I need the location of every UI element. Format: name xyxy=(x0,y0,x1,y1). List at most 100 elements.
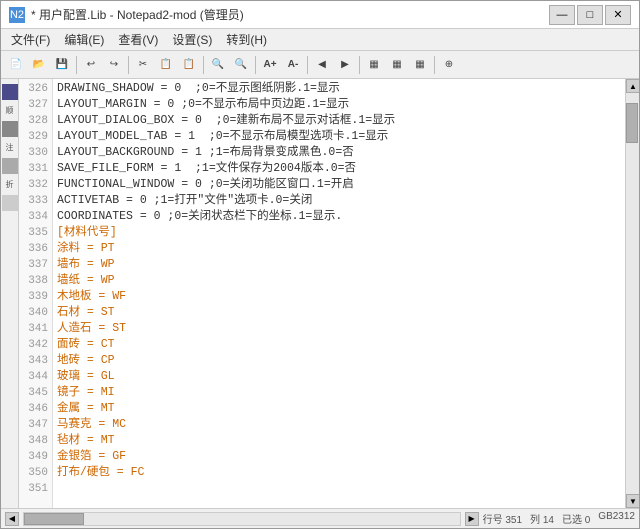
toolbar-open[interactable]: 📂 xyxy=(28,54,50,76)
code-text: 镜子 = MI xyxy=(57,385,115,401)
scroll-up-button[interactable]: ▲ xyxy=(626,79,639,93)
close-button[interactable]: ✕ xyxy=(605,5,631,25)
toolbar-next[interactable]: ▶ xyxy=(334,54,356,76)
toolbar-redo[interactable]: ↪ xyxy=(103,54,125,76)
toolbar-zoom[interactable]: ⊕ xyxy=(438,54,460,76)
code-text: DRAWING_SHADOW = 0 ;0=不显示图纸阴影.1=显示 xyxy=(57,81,340,97)
line-number: 332 xyxy=(19,177,48,193)
toolbar-prev[interactable]: ◀ xyxy=(311,54,333,76)
line-number: 330 xyxy=(19,145,48,161)
code-text: 玻璃 = GL xyxy=(57,369,115,385)
sidebar-block-3 xyxy=(2,158,18,174)
menu-view[interactable]: 查看(V) xyxy=(112,29,164,50)
toolbar-font-dec[interactable]: A- xyxy=(282,54,304,76)
code-text: 石材 = ST xyxy=(57,305,115,321)
code-line: 金银箔 = GF xyxy=(57,449,621,465)
toolbar-replace[interactable]: 🔍 xyxy=(230,54,252,76)
code-text: LAYOUT_MODEL_TAB = 1 ;0=不显示布局模型选项卡.1=显示 xyxy=(57,129,388,145)
sidebar-label-2: 注 xyxy=(1,140,18,155)
status-encoding: GB2312 xyxy=(598,511,635,526)
toolbar-sep-3 xyxy=(203,56,204,74)
sidebar-label-3: 折 xyxy=(1,177,18,192)
code-text: LAYOUT_BACKGROUND = 1 ;1=布局背景变成黑色.0=否 xyxy=(57,145,354,161)
toolbar-font-inc[interactable]: A+ xyxy=(259,54,281,76)
line-number: 347 xyxy=(19,417,48,433)
toolbar-paste[interactable]: 📋 xyxy=(178,54,200,76)
code-text: ACTIVETAB = 0 ;1=打开"文件"选项卡.0=关闭 xyxy=(57,193,312,209)
toolbar-copy[interactable]: 📋 xyxy=(155,54,177,76)
left-sidebar: 顺 注 折 xyxy=(1,79,19,508)
menu-edit[interactable]: 编辑(E) xyxy=(58,29,110,50)
window-title: * 用户配置.Lib - Notepad2-mod (管理员) xyxy=(31,6,543,23)
menu-settings[interactable]: 设置(S) xyxy=(166,29,218,50)
line-number: 346 xyxy=(19,401,48,417)
toolbar-cut[interactable]: ✂ xyxy=(132,54,154,76)
status-bar: 行号 351 列 14 已选 0 GB2312 xyxy=(483,511,635,526)
toolbar-new[interactable]: 📄 xyxy=(5,54,27,76)
code-line: 涂料 = PT xyxy=(57,241,621,257)
status-line: 行号 351 xyxy=(483,511,522,526)
sidebar-block-4 xyxy=(2,195,18,211)
toolbar-sep-5 xyxy=(307,56,308,74)
line-number: 331 xyxy=(19,161,48,177)
line-number: 341 xyxy=(19,321,48,337)
code-text: 金银箔 = GF xyxy=(57,449,126,465)
scroll-down-button[interactable]: ▼ xyxy=(626,494,639,508)
code-line: 墙布 = WP xyxy=(57,257,621,273)
scroll-track-v[interactable] xyxy=(626,93,639,494)
maximize-button[interactable]: □ xyxy=(577,5,603,25)
toolbar-sep-4 xyxy=(255,56,256,74)
code-line: LAYOUT_MARGIN = 0 ;0=不显示布局中页边距.1=显示 xyxy=(57,97,621,113)
line-number: 345 xyxy=(19,385,48,401)
toolbar-sep-1 xyxy=(76,56,77,74)
status-col: 列 14 xyxy=(530,511,554,526)
minimize-button[interactable]: — xyxy=(549,5,575,25)
horizontal-scrollbar[interactable] xyxy=(23,512,461,526)
hscroll-right-button[interactable]: ▶ xyxy=(465,512,479,526)
code-text: 人造石 = ST xyxy=(57,321,126,337)
toolbar-undo[interactable]: ↩ xyxy=(80,54,102,76)
code-line: 墙纸 = WP xyxy=(57,273,621,289)
code-line: LAYOUT_DIALOG_BOX = 0 ;0=建新布局不显示对话框.1=显示 xyxy=(57,113,621,129)
sidebar-label-1: 顺 xyxy=(1,103,18,118)
code-text: LAYOUT_MARGIN = 0 ;0=不显示布局中页边距.1=显示 xyxy=(57,97,349,113)
title-bar: N2 * 用户配置.Lib - Notepad2-mod (管理员) — □ ✕ xyxy=(1,1,639,29)
toolbar-sep-6 xyxy=(359,56,360,74)
code-text: SAVE_FILE_FORM = 1 ;1=文件保存为2004版本.0=否 xyxy=(57,161,356,177)
toolbar-save[interactable]: 💾 xyxy=(51,54,73,76)
line-number: 329 xyxy=(19,129,48,145)
code-text: 木地板 = WF xyxy=(57,289,126,305)
scroll-thumb-v[interactable] xyxy=(626,103,638,143)
menu-bar: 文件(F) 编辑(E) 查看(V) 设置(S) 转到(H) xyxy=(1,29,639,51)
vertical-scrollbar[interactable]: ▲ ▼ xyxy=(625,79,639,508)
code-line: 石材 = ST xyxy=(57,305,621,321)
toolbar-find[interactable]: 🔍 xyxy=(207,54,229,76)
toolbar-chart1[interactable]: ▦ xyxy=(363,54,385,76)
code-line: 镜子 = MI xyxy=(57,385,621,401)
sidebar-block-2 xyxy=(2,121,18,137)
code-text: 马赛克 = MC xyxy=(57,417,126,433)
code-text: 面砖 = CT xyxy=(57,337,115,353)
hscroll-left-button[interactable]: ◀ xyxy=(5,512,19,526)
app-icon-text: N2 xyxy=(10,9,24,21)
line-number: 351 xyxy=(19,481,48,497)
toolbar: 📄 📂 💾 ↩ ↪ ✂ 📋 📋 🔍 🔍 A+ A- ◀ ▶ ▦ ▦ ▦ ⊕ xyxy=(1,51,639,79)
line-number: 340 xyxy=(19,305,48,321)
line-number: 333 xyxy=(19,193,48,209)
toolbar-chart3[interactable]: ▦ xyxy=(409,54,431,76)
app-icon: N2 xyxy=(9,7,25,23)
hscroll-thumb[interactable] xyxy=(24,513,84,525)
menu-goto[interactable]: 转到(H) xyxy=(220,29,273,50)
line-number: 348 xyxy=(19,433,48,449)
editor-area[interactable]: 3263273283293303313323333343353363373383… xyxy=(19,79,625,508)
code-line: SAVE_FILE_FORM = 1 ;1=文件保存为2004版本.0=否 xyxy=(57,161,621,177)
code-content[interactable]: DRAWING_SHADOW = 0 ;0=不显示图纸阴影.1=显示LAYOUT… xyxy=(53,79,625,508)
line-number: 327 xyxy=(19,97,48,113)
line-number: 344 xyxy=(19,369,48,385)
line-number: 335 xyxy=(19,225,48,241)
line-number: 326 xyxy=(19,81,48,97)
code-line: FUNCTIONAL_WINDOW = 0 ;0=关闭功能区窗口.1=开启 xyxy=(57,177,621,193)
menu-file[interactable]: 文件(F) xyxy=(5,29,56,50)
toolbar-chart2[interactable]: ▦ xyxy=(386,54,408,76)
code-text: COORDINATES = 0 ;0=关闭状态栏下的坐标.1=显示. xyxy=(57,209,342,225)
